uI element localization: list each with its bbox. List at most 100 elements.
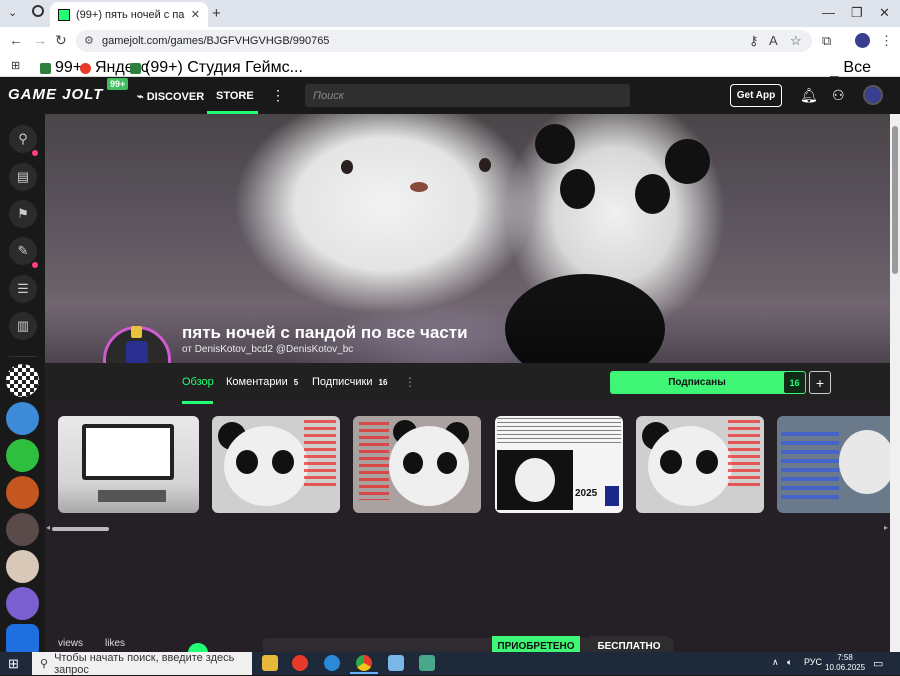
tab-comments[interactable]: Коментарии 5 (226, 376, 298, 388)
library-icon[interactable]: ▥ (9, 312, 37, 340)
page-scroll-thumb[interactable] (892, 126, 898, 274)
media-thumbnail[interactable]: 2025 (495, 416, 623, 513)
media-thumbnail[interactable] (353, 416, 481, 513)
nav-discover[interactable]: ⌁ DISCOVER (137, 90, 204, 103)
keyboard-language[interactable]: РУС (804, 657, 822, 667)
tab-followers[interactable]: Подписчики 16 (312, 376, 387, 388)
nav-store[interactable]: STORE (216, 90, 254, 102)
extensions-icon[interactable]: ⧉ (822, 33, 831, 49)
friends-icon[interactable]: ⚇ (832, 87, 845, 104)
bookmark-item[interactable]: 99+ (40, 59, 82, 77)
gamejolt-bookmark-icon (130, 62, 141, 74)
get-app-button[interactable]: Get App (730, 84, 782, 107)
followers-count: 16 (378, 378, 388, 387)
chat-icon[interactable]: ☰ (9, 275, 37, 303)
cat-nose (410, 182, 428, 192)
community-avatar[interactable] (6, 513, 39, 546)
backpack-icon[interactable]: ⚑ (9, 200, 37, 228)
taskbar-search[interactable]: ⚲ Чтобы начать поиск, введите здесь запр… (32, 651, 252, 676)
panda-face (515, 458, 555, 502)
overlay-text (359, 422, 389, 500)
community-avatar[interactable] (6, 476, 39, 509)
site-info-icon[interactable]: ⚙ (84, 34, 94, 47)
community-avatar[interactable] (6, 550, 39, 583)
restore-button[interactable]: ❐ (851, 5, 863, 21)
tray-chevron-icon[interactable]: ∧ (772, 657, 779, 668)
quests-icon[interactable]: ✎ (9, 237, 37, 265)
reload-button[interactable]: ↻ (55, 32, 67, 49)
search-input[interactable]: Поиск (305, 84, 630, 107)
panda-face (839, 430, 890, 494)
tab-search-button[interactable]: ⌄ (8, 6, 17, 19)
activity-icon[interactable]: ⚲ (9, 125, 37, 153)
panda-eye-patch (560, 169, 595, 209)
panda-eye-patch (696, 450, 718, 474)
media-thumbnail[interactable] (212, 416, 340, 513)
store-icon[interactable]: ▤ (9, 163, 37, 191)
profile-avatar[interactable] (855, 33, 870, 48)
address-bar[interactable]: gamejolt.com/games/BJGFVHGVHGB/990765 (76, 30, 812, 52)
community-avatar[interactable] (6, 439, 39, 472)
scroll-left-arrow[interactable]: ◂ (46, 523, 50, 532)
translate-icon[interactable]: A (769, 33, 778, 48)
community-avatar[interactable] (6, 587, 39, 620)
poster-box (605, 486, 619, 506)
tab-overview[interactable]: Обзор (182, 376, 214, 388)
community-avatar[interactable] (6, 364, 39, 397)
add-to-playlist-button[interactable]: + (809, 371, 831, 394)
volume-icon[interactable]: 🔈︎ (787, 657, 792, 668)
cat-eye (479, 158, 491, 172)
minimize-button[interactable]: — (822, 5, 835, 20)
purchased-button[interactable]: ПРИОБРЕТЕНО (492, 636, 580, 652)
forward-button[interactable]: → (33, 32, 47, 48)
apps-grid-icon[interactable]: ⊞ (11, 59, 20, 72)
scroll-right-arrow[interactable]: ▸ (884, 523, 888, 532)
user-avatar[interactable] (863, 85, 883, 105)
browser-tab-active[interactable]: (99+) пять ночей с пандой по ✕ (50, 2, 208, 27)
clock[interactable]: 7:58 10.06.2025 (825, 653, 865, 673)
follow-button[interactable]: Подписаны 16 (610, 371, 806, 394)
yandex-icon (80, 62, 91, 74)
more-menu-icon[interactable]: ⋮ (271, 87, 285, 104)
media-thumbnail[interactable] (636, 416, 764, 513)
browser-menu-icon[interactable]: ⋮ (880, 33, 893, 49)
new-tab-button[interactable]: + (212, 5, 221, 22)
close-tab-icon[interactable]: ✕ (191, 8, 200, 21)
password-key-icon[interactable]: ⚷ (749, 33, 759, 49)
gamejolt-logo[interactable]: GAME JOLT (8, 86, 103, 103)
bookmark-star-icon[interactable]: ☆ (790, 33, 802, 49)
unread-dot (32, 262, 38, 268)
chrome-icon[interactable] (356, 655, 372, 671)
panda-eye-patch (660, 450, 682, 474)
likes-label: likes (105, 638, 126, 649)
edge-icon[interactable] (324, 655, 340, 671)
compass-icon: ⌁ (137, 91, 147, 103)
paint-icon[interactable] (388, 655, 404, 671)
url-text: gamejolt.com/games/BJGFVHGVHGB/990765 (102, 35, 330, 47)
community-avatar[interactable] (6, 402, 39, 435)
tab-group-icon[interactable] (32, 5, 44, 17)
panda-eye-patch (236, 450, 258, 474)
media-thumbnail[interactable] (777, 416, 890, 513)
notification-badge: 99+ (107, 78, 129, 90)
media-thumbnail[interactable] (58, 416, 199, 513)
views-label: views (58, 638, 84, 649)
game-author[interactable]: от DenisKotov_bcd2 @DenisKotov_bc (182, 344, 353, 355)
bell-icon[interactable]: 🔔︎ (800, 87, 818, 104)
media-app-icon[interactable] (419, 655, 435, 671)
game-more-icon[interactable]: ⋮ (404, 375, 416, 389)
bookmark-item[interactable]: (99+) Студия Геймс... (130, 59, 303, 77)
clock-date: 10.06.2025 (825, 663, 866, 672)
unread-dot (32, 150, 38, 156)
horizontal-scroll-thumb[interactable] (52, 527, 109, 531)
notifications-icon[interactable]: ▭ (873, 657, 883, 670)
file-explorer-icon[interactable] (262, 655, 278, 671)
back-button[interactable]: ← (9, 32, 23, 48)
cat-eye (341, 160, 353, 174)
taskbar-search-placeholder: Чтобы начать поиск, введите здесь запрос (54, 651, 235, 676)
close-window-button[interactable]: ✕ (879, 5, 890, 21)
text-lines (497, 418, 621, 446)
gamejolt-bookmark-icon (40, 62, 51, 74)
windows-start-icon[interactable]: ⊞ (8, 656, 19, 672)
yandex-browser-icon[interactable] (292, 655, 308, 671)
